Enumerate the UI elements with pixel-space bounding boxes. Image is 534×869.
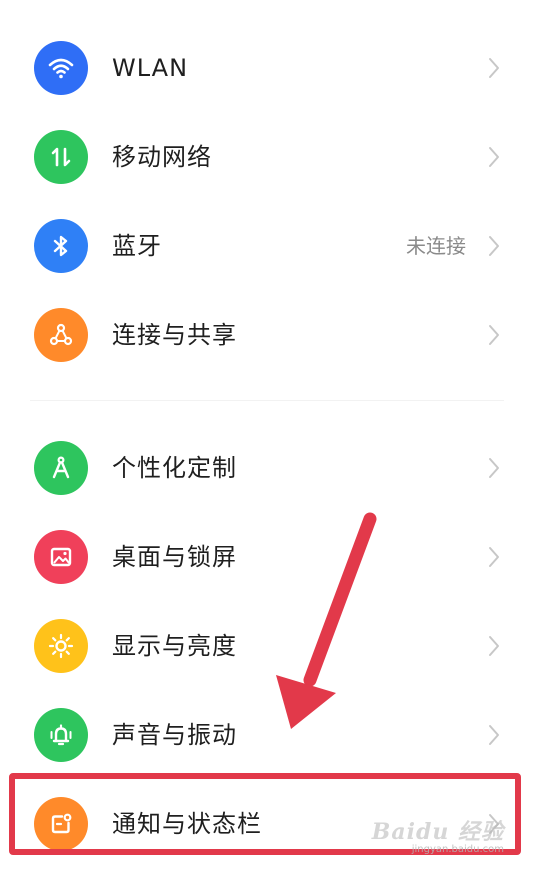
chevron-right-icon [488,724,500,746]
settings-item-label: 个性化定制 [112,454,237,482]
watermark-brand: Baidu 经验 [371,819,504,845]
settings-item-mobile-network[interactable]: 移动网络 [0,112,534,202]
section-divider [30,400,504,401]
wallpaper-icon [34,530,88,584]
chevron-right-icon [488,635,500,657]
settings-item-label: 显示与亮度 [112,632,237,660]
bluetooth-icon [34,219,88,273]
chevron-right-icon [488,457,500,479]
settings-item-label: 蓝牙 [112,232,162,260]
chevron-right-icon [488,324,500,346]
settings-item-label: WLAN [112,54,189,82]
bell-vibrate-icon [34,708,88,762]
watermark-url: jingyan.baidu.com [411,844,504,855]
settings-item-wallpaper-lockscreen[interactable]: 桌面与锁屏 [0,512,534,602]
settings-item-sound-vibration[interactable]: 声音与振动 [0,690,534,780]
share-icon [34,308,88,362]
baidu-watermark: Baidu 经验 jingyan.baidu.com [372,814,504,855]
settings-item-label: 声音与振动 [112,721,237,749]
chevron-right-icon [488,146,500,168]
settings-item-bluetooth[interactable]: 蓝牙 未连接 [0,201,534,291]
chevron-right-icon [488,57,500,79]
bluetooth-status: 未连接 [406,234,466,258]
settings-item-label: 桌面与锁屏 [112,543,237,571]
mobile-data-icon [34,130,88,184]
chevron-right-icon [488,235,500,257]
settings-item-personalization[interactable]: 个性化定制 [0,423,534,513]
wifi-icon [34,41,88,95]
annotation-arrow-icon [276,512,377,729]
compass-icon [34,441,88,495]
settings-item-connection-sharing[interactable]: 连接与共享 [0,290,534,380]
chevron-right-icon [488,546,500,568]
brightness-icon [34,619,88,673]
settings-item-label: 移动网络 [112,143,212,171]
settings-item-label: 连接与共享 [112,321,237,349]
settings-item-wlan[interactable]: WLAN [0,23,534,113]
settings-item-display-brightness[interactable]: 显示与亮度 [0,601,534,691]
settings-list: WLAN 移动网络 蓝牙 未连接 连接与共享 个性化定制 桌面与锁屏 显示与亮度… [0,0,534,869]
